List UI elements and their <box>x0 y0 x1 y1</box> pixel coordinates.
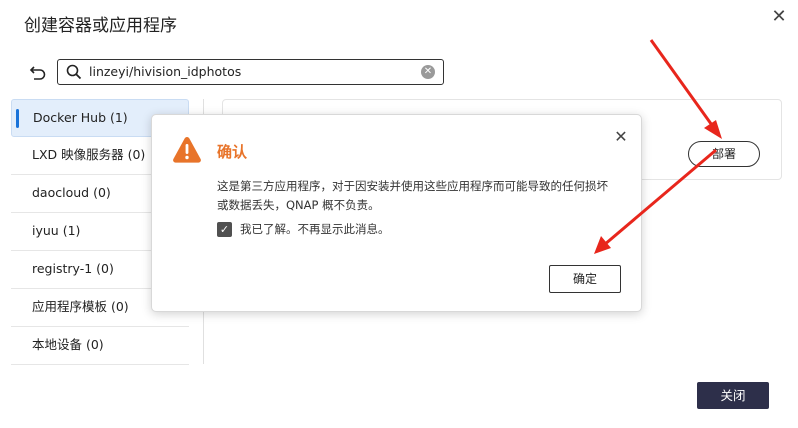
checkbox-label: 我已了解。不再显示此消息。 <box>240 222 390 236</box>
warning-icon <box>173 137 201 163</box>
clear-search-icon[interactable]: ✕ <box>421 65 435 79</box>
confirm-ok-button[interactable]: 确定 <box>549 265 621 293</box>
dont-show-again-checkbox[interactable]: ✓ <box>217 222 232 237</box>
dialog-message: 这是第三方应用程序，对于因安装并使用这些应用程序而可能导致的任何损坏或数据丢失，… <box>217 179 608 212</box>
close-icon[interactable]: ✕ <box>770 8 788 26</box>
search-input[interactable]: linzeyi/hivision_idphotos ✕ <box>57 59 444 85</box>
dialog-title: 确认 <box>217 143 248 161</box>
dialog-close-icon[interactable]: ✕ <box>612 128 630 146</box>
back-icon[interactable] <box>28 62 48 82</box>
deploy-button[interactable]: 部署 <box>688 141 760 167</box>
confirm-dialog: 确认 ✕ 这是第三方应用程序，对于因安装并使用这些应用程序而可能导致的任何损坏或… <box>151 114 642 312</box>
close-button[interactable]: 关闭 <box>697 382 769 409</box>
page-title: 创建容器或应用程序 <box>24 16 177 36</box>
sidebar-item-local-device[interactable]: 本地设备 (0) <box>11 327 189 365</box>
search-value: linzeyi/hivision_idphotos <box>89 64 242 79</box>
search-icon <box>66 64 82 80</box>
